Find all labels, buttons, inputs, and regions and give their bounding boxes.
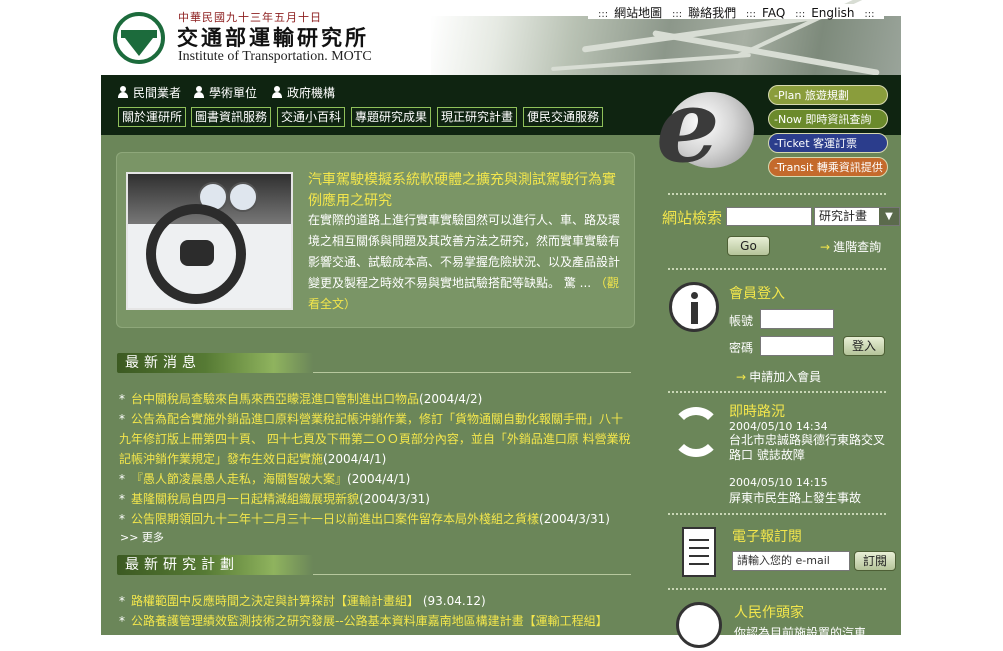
- person-icon: [272, 86, 282, 98]
- feature-title[interactable]: 汽車駕駛模擬系統軟硬體之擴充與測試駕駛行為實例應用之研究: [308, 170, 626, 212]
- search-label: 網站檢索: [662, 209, 723, 227]
- motc-logo[interactable]: [113, 12, 165, 64]
- traffic-time: 2004/05/10 14:15: [729, 476, 828, 489]
- e-service-logo: e: [654, 76, 764, 182]
- top-link-contact[interactable]: 聯絡我們: [688, 6, 736, 20]
- divider: [668, 513, 886, 515]
- info-icon: [669, 282, 719, 332]
- org-name-english: Institute of Transportation. MOTC: [178, 49, 372, 64]
- newsletter-email-input[interactable]: 請輸入您的 e-mail: [732, 551, 850, 571]
- refresh-icon: [671, 407, 721, 457]
- divider: [313, 574, 631, 575]
- traffic-time: 2004/05/10 14:34: [729, 420, 828, 433]
- list-item: * 台中關稅局查驗來自馬來西亞矇混進口管制進出口物品(2004/4/2): [119, 392, 483, 406]
- password-label: 密碼: [729, 341, 754, 355]
- org-name-chinese: 交通部運輸研究所: [177, 26, 369, 50]
- list-item: * 『愚人節凌晨愚人走私，海關智破大案』(2004/4/1): [119, 472, 411, 486]
- arrow-right-icon: →: [820, 240, 831, 254]
- role-link-academic[interactable]: 學術單位: [194, 84, 257, 101]
- join-member-link[interactable]: → 申請加入會員: [736, 368, 821, 385]
- site-header: 中華民國九十三年五月十日 交通部運輸研究所 Institute of Trans…: [101, 0, 901, 75]
- list-item: * 公告限期領回九十二年十二月三十一日以前進出口案件留存本局外棧組之貨樣(2004…: [119, 512, 610, 526]
- account-label: 帳號: [729, 314, 754, 328]
- nav-current-projects[interactable]: 現正研究計畫: [437, 107, 518, 127]
- feature-image-steering-wheel[interactable]: [126, 172, 293, 310]
- citizen-text[interactable]: 你認為目前施設置的汽車: [734, 624, 866, 641]
- role-link-business[interactable]: 民間業者: [118, 84, 181, 101]
- list-item: * 公告為配合實施外銷品進口原料營業稅記帳沖銷作業，修訂「貨物通關自動化報關手冊」…: [119, 412, 631, 466]
- citizen-title: 人民作頭家: [734, 605, 804, 621]
- list-item: * 公路養護管理績效監測技術之研究發展--公路基本資料庫嘉南地區構建計畫【運輸工程…: [119, 614, 608, 648]
- news-more-link[interactable]: >> 更多: [120, 529, 164, 545]
- feature-body: 在實際的道路上進行實車實驗固然可以進行人、車、路及環境之相互關係與問題及其改善方…: [308, 213, 621, 311]
- arrow-right-icon: →: [736, 370, 747, 384]
- plans-section-header: 最新研究計劃: [117, 555, 313, 575]
- login-button[interactable]: 登入: [843, 336, 885, 356]
- nav-research-results[interactable]: 專題研究成果: [351, 107, 432, 127]
- search-scope-select[interactable]: 研究計畫 ▼: [814, 207, 900, 226]
- document-icon: [682, 527, 716, 577]
- chevron-down-icon[interactable]: ▼: [879, 208, 899, 225]
- person-icon: [118, 86, 128, 98]
- nav-public-services[interactable]: 便民交通服務: [523, 107, 604, 127]
- nav-encyclopedia[interactable]: 交通小百科: [277, 107, 346, 127]
- eservice-ticket[interactable]: -Ticket 客運訂票: [768, 133, 888, 153]
- divider: [668, 193, 886, 195]
- divider: [668, 588, 886, 590]
- top-link-sitemap[interactable]: 網站地圖: [614, 6, 662, 20]
- account-input[interactable]: [760, 309, 834, 329]
- eservice-plan[interactable]: -Plan 旅遊規劃: [768, 85, 888, 105]
- traffic-title: 即時路況: [729, 404, 785, 420]
- person-icon: [194, 86, 204, 98]
- top-link-faq[interactable]: FAQ: [762, 6, 785, 20]
- news-section-header: 最新消息: [117, 353, 313, 373]
- news-list: * 台中關稅局查驗來自馬來西亞矇混進口管制進出口物品(2004/4/2) * 公告為…: [119, 389, 633, 529]
- featured-research: 汽車駕駛模擬系統軟硬體之擴充與測試駕駛行為實例應用之研究 在實際的道路上進行實車…: [116, 152, 635, 328]
- search-input[interactable]: [726, 207, 812, 226]
- advanced-search-link[interactable]: → 進階查詢: [820, 238, 881, 255]
- newsletter-title: 電子報訂閱: [732, 529, 802, 545]
- list-item: * 基隆關稅局自四月一日起精減組織展現新貌(2004/3/31): [119, 492, 430, 506]
- top-link-english[interactable]: English: [811, 6, 854, 20]
- nav-about[interactable]: 關於運研所: [118, 107, 187, 127]
- divider: [313, 372, 631, 373]
- divider: [668, 268, 886, 270]
- login-title: 會員登入: [729, 286, 785, 302]
- list-item: * 路權範圍中反應時間之決定與計算探討【運輸計畫組】 (93.04.12): [119, 594, 486, 608]
- traffic-item[interactable]: 屏東市民生路上發生事故: [729, 489, 861, 506]
- nav-library[interactable]: 圖書資訊服務: [191, 107, 272, 127]
- smiley-icon: [676, 602, 722, 648]
- plans-list: * 路權範圍中反應時間之決定與計算探討【運輸計畫組】 (93.04.12) * 公路…: [119, 591, 633, 651]
- eservice-now[interactable]: -Now 即時資訊查詢: [768, 109, 888, 129]
- eservice-transit[interactable]: -Transit 轉乘資訊提供: [768, 157, 888, 177]
- traffic-item[interactable]: 台北市忠誠路與德行東路交叉路口 號誌故障: [729, 433, 889, 463]
- divider: [668, 391, 886, 393]
- top-links-bar: ::: 網站地圖 ::: 聯絡我們 ::: FAQ ::: English :::: [588, 4, 885, 20]
- search-go-button[interactable]: Go: [727, 236, 770, 256]
- subscribe-button[interactable]: 訂閱: [854, 551, 896, 571]
- password-input[interactable]: [760, 336, 834, 356]
- page: 中華民國九十三年五月十日 交通部運輸研究所 Institute of Trans…: [101, 0, 901, 648]
- role-link-government[interactable]: 政府機構: [272, 84, 335, 101]
